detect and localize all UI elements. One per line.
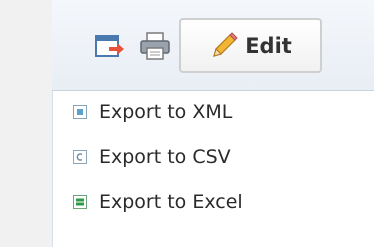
export-button[interactable] — [93, 30, 127, 64]
pencil-icon — [213, 31, 238, 57]
toolbar: Edit — [52, 0, 374, 91]
print-button[interactable] — [137, 28, 173, 64]
export-menu: Export to XML Export to CSV Export to Ex… — [52, 91, 374, 247]
export-to-excel-label: Export to Excel — [99, 191, 243, 213]
export-to-excel-item[interactable]: Export to Excel — [73, 187, 243, 217]
export-to-csv-item[interactable]: Export to CSV — [73, 142, 231, 172]
xml-file-icon — [73, 105, 87, 119]
csv-file-icon — [73, 150, 87, 164]
export-to-xml-item[interactable]: Export to XML — [73, 97, 232, 127]
printer-icon — [140, 32, 170, 60]
export-to-xml-label: Export to XML — [99, 101, 233, 123]
edit-button[interactable]: Edit — [179, 18, 322, 73]
excel-file-icon — [73, 195, 87, 209]
export-arrow-icon — [95, 35, 124, 57]
edit-button-label: Edit — [245, 33, 292, 58]
export-to-csv-label: Export to CSV — [99, 146, 231, 168]
